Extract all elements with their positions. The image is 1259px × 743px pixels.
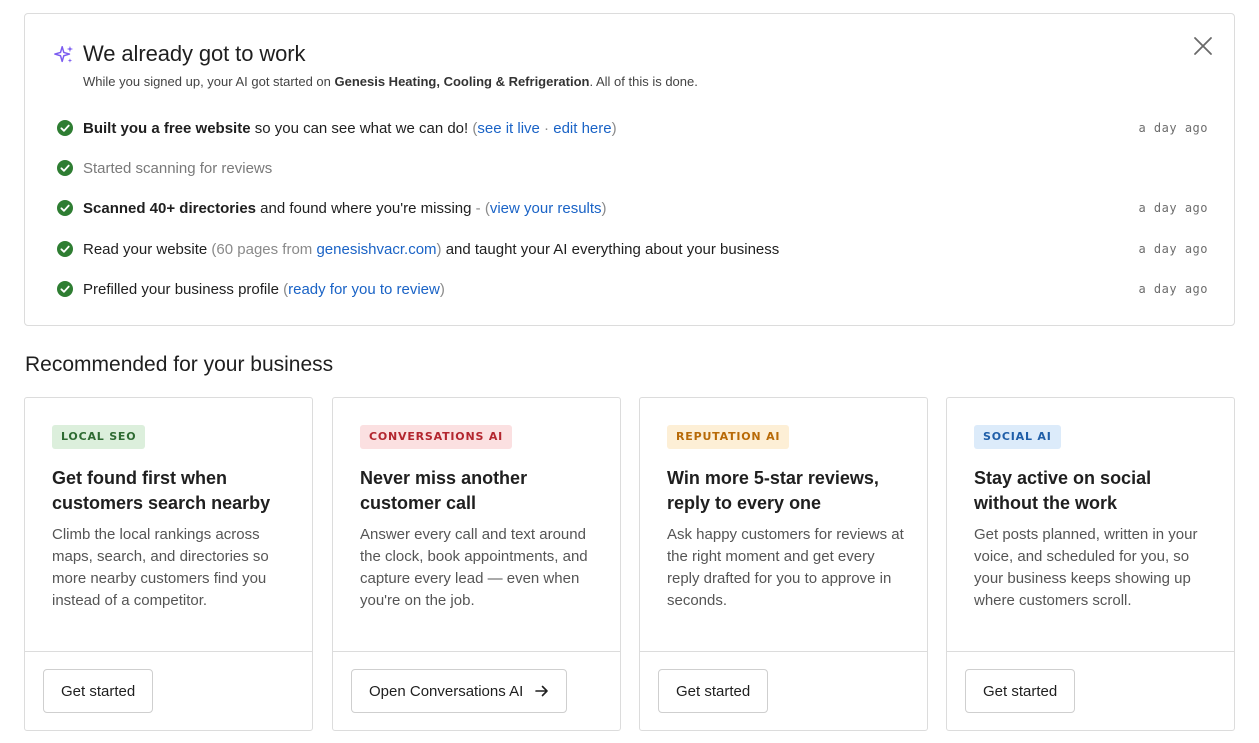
card-title: Never miss another customer call bbox=[360, 468, 528, 513]
task-text: Read your website (60 pages from genesis… bbox=[83, 241, 779, 258]
get-started-button[interactable]: Get started bbox=[43, 669, 154, 713]
check-circle-icon bbox=[57, 241, 73, 257]
task-text: Started scanning for reviews bbox=[83, 159, 273, 177]
check-circle-icon bbox=[57, 281, 73, 297]
arrow-right-icon bbox=[535, 685, 549, 697]
product-badge: LOCAL SEO bbox=[52, 425, 146, 449]
subtitle-prefix: While you signed up, your AI got started… bbox=[83, 74, 335, 89]
card-divider bbox=[25, 651, 312, 652]
task-row-website: Built you a free website so you can see … bbox=[57, 117, 1208, 139]
task-bold: Built you a free website bbox=[83, 119, 251, 137]
check-circle-icon bbox=[57, 120, 73, 136]
work-subtitle: While you signed up, your AI got started… bbox=[83, 74, 698, 89]
paren-close: ) bbox=[439, 280, 445, 298]
card-description: Answer every call and text around the cl… bbox=[360, 526, 588, 609]
task-text: Scanned 40+ directories and found where … bbox=[83, 200, 607, 217]
task-bold: Scanned 40+ directories bbox=[83, 199, 256, 217]
card-title: Stay active on social without the work bbox=[974, 468, 1152, 513]
task-desc: so you can see what we can do! bbox=[250, 119, 473, 137]
task-timestamp: a day ago bbox=[1138, 242, 1208, 256]
task-timestamp: a day ago bbox=[1138, 121, 1208, 135]
view-results-link[interactable]: view your results bbox=[490, 200, 602, 217]
open-conversations-ai-button[interactable]: Open Conversations AI bbox=[351, 669, 568, 713]
task-desc: and found where you're missing bbox=[256, 199, 476, 217]
see-it-live-link[interactable]: see it live bbox=[477, 120, 540, 137]
card-description: Get posts planned, written in your voice… bbox=[974, 526, 1198, 609]
task-row-reviews: Started scanning for reviews bbox=[57, 157, 1208, 179]
task-text: Prefilled your business profile (ready f… bbox=[83, 281, 445, 298]
card-divider bbox=[640, 651, 927, 652]
task-dash: - bbox=[475, 199, 485, 217]
button-label: Get started bbox=[983, 682, 1058, 700]
link-separator: · bbox=[539, 119, 554, 137]
card-divider bbox=[947, 651, 1234, 652]
card-divider bbox=[333, 651, 620, 652]
task-desc-2: and taught your AI everything about your… bbox=[441, 240, 780, 258]
sparkle-icon bbox=[54, 45, 74, 63]
task-timestamp: a day ago bbox=[1138, 201, 1208, 215]
rec-card-reputation-ai: REPUTATION AI Win more 5-star reviews, r… bbox=[639, 397, 928, 731]
get-started-button[interactable]: Get started bbox=[658, 669, 769, 713]
task-desc: Prefilled your business profile bbox=[83, 280, 284, 298]
task-desc: Read your website bbox=[83, 240, 212, 258]
website-domain-link[interactable]: genesishvacr.com bbox=[316, 241, 436, 258]
edit-here-link[interactable]: edit here bbox=[553, 120, 611, 137]
rec-card-social-ai: SOCIAL AI Stay active on social without … bbox=[946, 397, 1235, 731]
card-description: Ask happy customers for reviews at the r… bbox=[667, 526, 904, 609]
business-name: Genesis Heating, Cooling & Refrigeration bbox=[334, 74, 590, 89]
recommended-heading: Recommended for your business bbox=[25, 353, 334, 376]
get-started-button[interactable]: Get started bbox=[965, 669, 1076, 713]
work-summary-card: We already got to work While you signed … bbox=[24, 13, 1235, 326]
paren-open: (60 pages from bbox=[211, 240, 317, 258]
card-title: Get found first when customers search ne… bbox=[52, 468, 271, 513]
close-icon[interactable] bbox=[1192, 35, 1214, 57]
paren-close: ) bbox=[601, 199, 607, 217]
subtitle-suffix: . All of this is done. bbox=[589, 74, 698, 89]
button-label: Open Conversations AI bbox=[369, 682, 524, 700]
card-title: Win more 5-star reviews, reply to every … bbox=[667, 468, 879, 513]
rec-card-conversations-ai: CONVERSATIONS AI Never miss another cust… bbox=[332, 397, 621, 731]
button-label: Get started bbox=[61, 682, 136, 700]
task-row-profile: Prefilled your business profile (ready f… bbox=[57, 278, 1208, 300]
check-circle-icon bbox=[57, 200, 73, 216]
card-description: Climb the local rankings across maps, se… bbox=[52, 526, 269, 609]
paren-close: ) bbox=[611, 119, 617, 137]
button-label: Get started bbox=[676, 682, 751, 700]
work-title: We already got to work bbox=[83, 41, 306, 66]
task-text: Built you a free website so you can see … bbox=[83, 120, 617, 137]
task-timestamp: a day ago bbox=[1138, 282, 1208, 296]
product-badge: SOCIAL AI bbox=[974, 425, 1061, 449]
check-circle-icon bbox=[57, 160, 73, 176]
product-badge: CONVERSATIONS AI bbox=[360, 425, 513, 449]
task-row-directories: Scanned 40+ directories and found where … bbox=[57, 197, 1208, 219]
product-badge: REPUTATION AI bbox=[667, 425, 790, 449]
task-row-read-website: Read your website (60 pages from genesis… bbox=[57, 238, 1208, 260]
rec-card-local-seo: LOCAL SEO Get found first when customers… bbox=[24, 397, 313, 731]
review-profile-link[interactable]: ready for you to review bbox=[288, 281, 440, 298]
